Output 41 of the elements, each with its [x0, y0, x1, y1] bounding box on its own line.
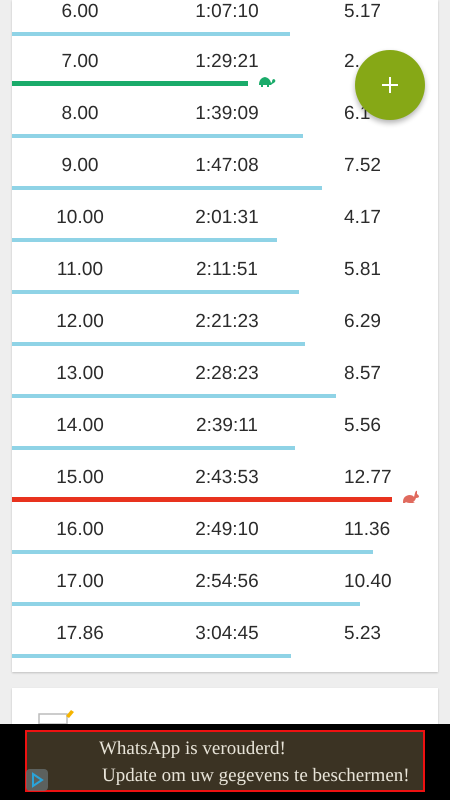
- distance-cell-text: 16.00: [55, 519, 105, 541]
- pace-cell-text: 5.23: [343, 623, 382, 645]
- pace-cell-text: 5.56: [343, 415, 382, 437]
- pace-cell-text: 6.29: [343, 311, 382, 333]
- distance-cell-text: 17.86: [55, 623, 105, 645]
- pace-cell-text: 5.17: [343, 1, 382, 23]
- pace-cell-text: 7.52: [343, 155, 382, 177]
- pace-cell-text: 5.81: [343, 259, 382, 281]
- distance-cell-text: 15.00: [55, 467, 105, 489]
- time-cell-text: 2:21:23: [194, 311, 260, 333]
- pace-cell-text: 12.77: [343, 467, 393, 489]
- distance-cell-text: 6.00: [60, 1, 100, 23]
- time-cell-text: 2:39:11: [195, 415, 259, 437]
- distance-cell-text: 7.00: [60, 51, 100, 73]
- time-cell-text: 1:07:10: [194, 1, 260, 23]
- distance-cell-text: 11.00: [56, 259, 104, 281]
- time-cell-text: 2:01:31: [194, 207, 260, 229]
- time-cell-text: 2:28:23: [194, 363, 260, 385]
- distance-cell-text: 9.00: [60, 155, 100, 177]
- time-cell-text: 2:54:56: [194, 571, 260, 593]
- time-cell-text: 1:47:08: [194, 155, 260, 177]
- time-cell-text: 2:49:10: [194, 519, 260, 541]
- distance-cell-text: 12.00: [55, 311, 105, 333]
- distance-cell-text: 13.00: [55, 363, 105, 385]
- time-cell-text: 1:29:21: [194, 51, 260, 73]
- time-cell-text: 3:04:45: [194, 623, 260, 645]
- distance-cell-text: 8.00: [60, 103, 100, 125]
- ad-headline: WhatsApp is verouderd!: [99, 737, 287, 761]
- ad-banner[interactable]: WhatsApp is verouderd! Update om uw gegevens te beschermen!: [25, 730, 425, 792]
- distance-cell-text: 10.00: [55, 207, 105, 229]
- distance-cell-text: 17.00: [55, 571, 105, 593]
- time-cell-text: 2:43:53: [194, 467, 260, 489]
- pace-cell-text: 11.36: [343, 519, 392, 541]
- distance-cell-text: 14.00: [55, 415, 105, 437]
- pace-cell-text: 4.17: [343, 207, 382, 229]
- pace-cell-text: 8.57: [343, 363, 382, 385]
- pace-cell-text: 2.: [343, 51, 361, 73]
- ad-text: Update om uw gegevens te beschermen!: [101, 764, 411, 788]
- time-cell-text: 2:11:51: [195, 259, 259, 281]
- time-cell-text: 1:39:09: [194, 103, 260, 125]
- pace-cell-text: 10.40: [343, 571, 393, 593]
